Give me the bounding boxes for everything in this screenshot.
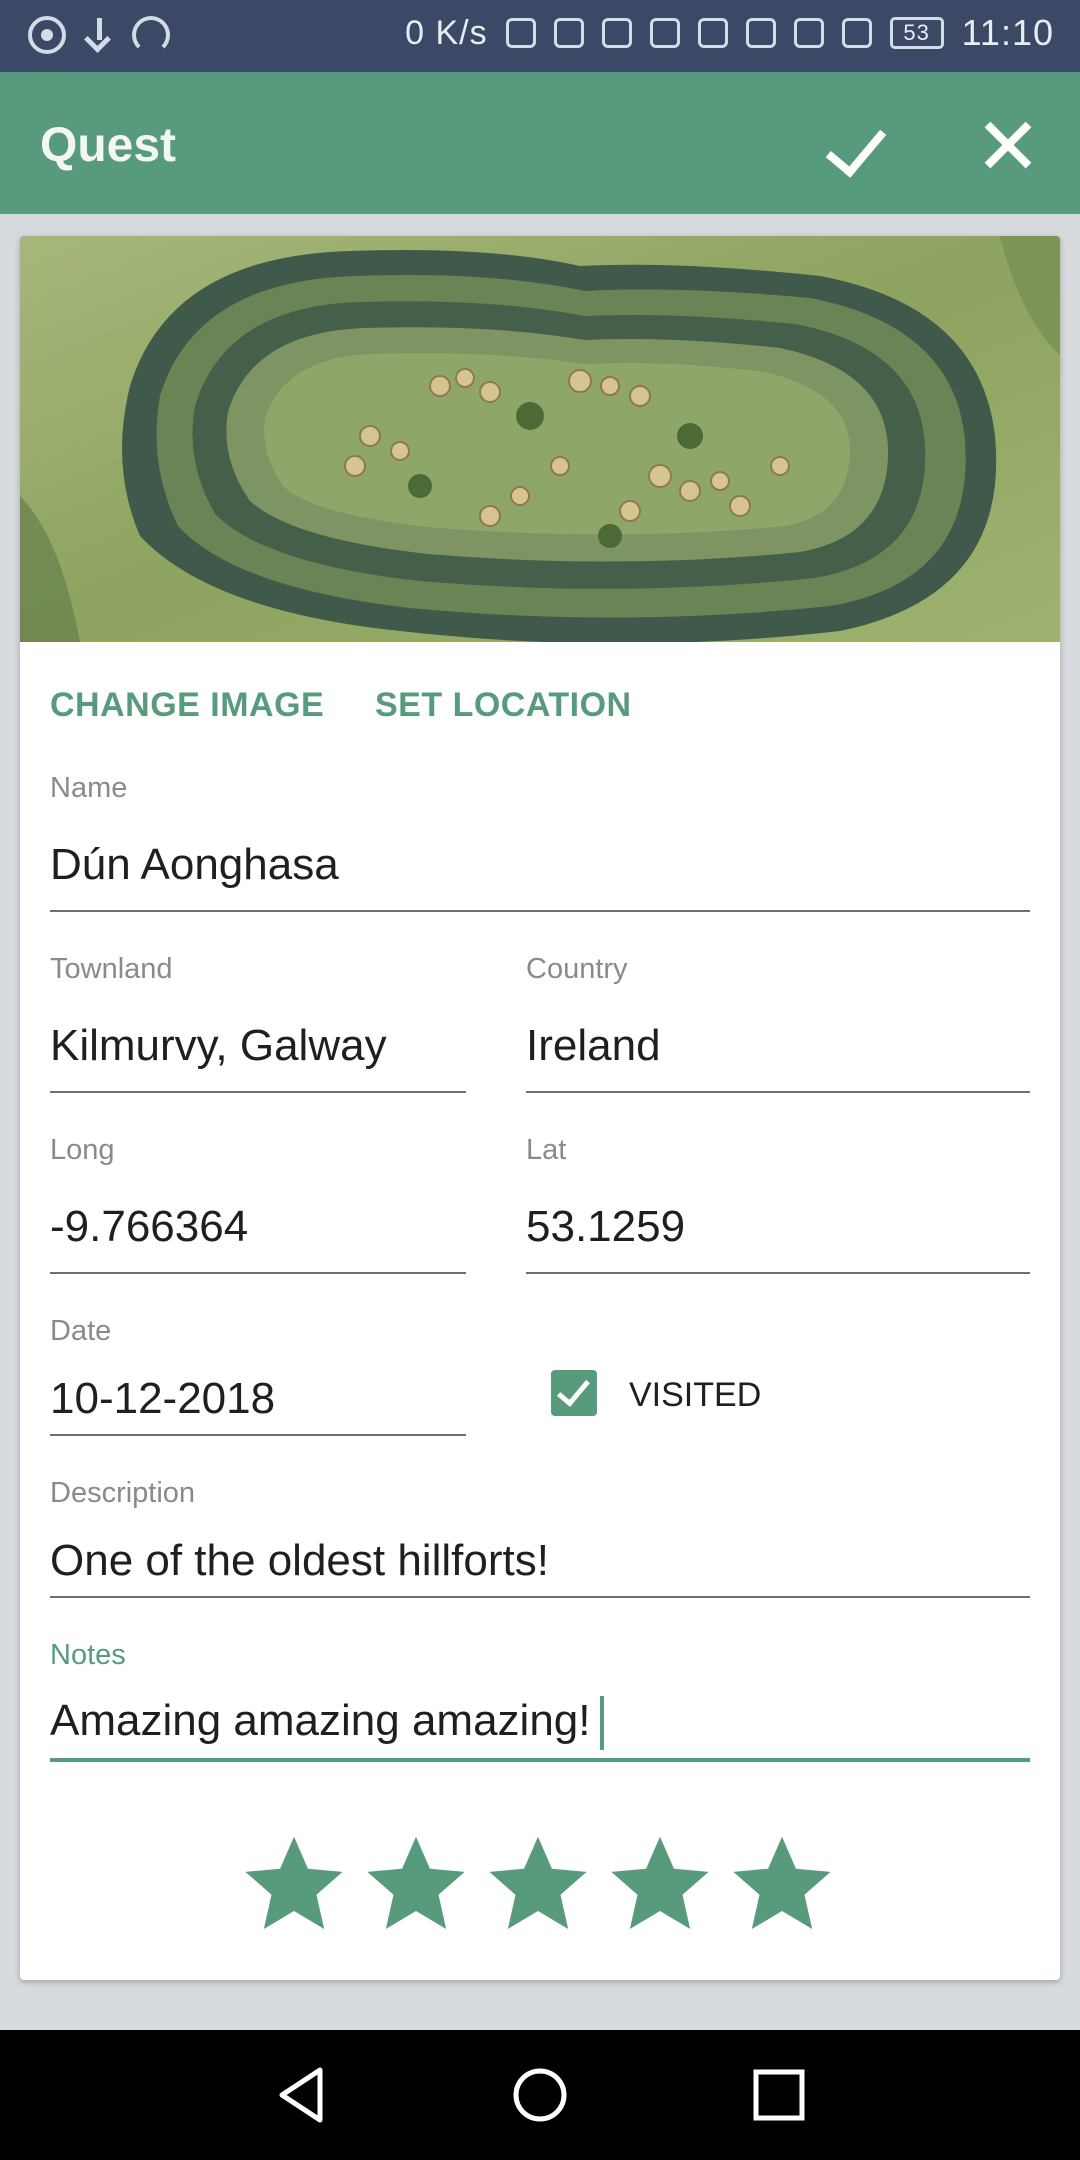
hillfort-aerial-image bbox=[20, 236, 1060, 642]
townland-field[interactable]: Kilmurvy, Galway bbox=[50, 1021, 387, 1071]
change-image-button[interactable]: CHANGE IMAGE bbox=[50, 686, 324, 725]
long-label: Long bbox=[50, 1134, 115, 1166]
set-location-button[interactable]: SET LOCATION bbox=[375, 686, 632, 725]
hotspot-icon bbox=[132, 16, 170, 54]
wifi-icon bbox=[505, 18, 536, 48]
battery-icon: 53 bbox=[889, 17, 944, 49]
long-field[interactable]: -9.766364 bbox=[50, 1202, 248, 1252]
date-label: Date bbox=[50, 1315, 112, 1347]
signal-icon bbox=[841, 18, 872, 48]
name-field[interactable]: Dún Aonghasa bbox=[50, 840, 339, 890]
lat-field[interactable]: 53.1259 bbox=[526, 1202, 685, 1252]
text-cursor bbox=[600, 1696, 605, 1751]
notification-icon bbox=[28, 16, 66, 54]
date-field[interactable]: 10-12-2018 bbox=[50, 1374, 275, 1424]
network-speed: 0 K/s bbox=[405, 13, 488, 52]
townland-underline bbox=[50, 1091, 466, 1093]
star-icon[interactable] bbox=[362, 1830, 470, 1938]
check-icon[interactable] bbox=[822, 106, 902, 186]
name-underline bbox=[50, 910, 1030, 912]
country-underline bbox=[526, 1091, 1030, 1093]
moon-icon bbox=[649, 18, 680, 48]
star-icon[interactable] bbox=[240, 1830, 348, 1938]
status-bar: 0 K/s 53 11:10 bbox=[0, 0, 1080, 72]
nfc-icon bbox=[601, 18, 632, 48]
app-bar: Quest bbox=[0, 72, 1080, 214]
lat-label: Lat bbox=[526, 1134, 567, 1166]
description-field[interactable]: One of the oldest hillforts! bbox=[50, 1536, 549, 1586]
description-underline bbox=[50, 1596, 1030, 1598]
lat-underline bbox=[526, 1272, 1030, 1274]
quest-card: CHANGE IMAGE SET LOCATION Name Dún Aongh… bbox=[20, 236, 1060, 1980]
long-underline bbox=[50, 1272, 466, 1274]
navigation-bar bbox=[0, 2030, 1080, 2160]
notes-field[interactable]: Amazing amazing amazing! bbox=[50, 1696, 590, 1745]
back-icon[interactable] bbox=[268, 2062, 334, 2128]
alarm-icon bbox=[745, 18, 776, 48]
clock: 11:10 bbox=[961, 12, 1054, 53]
country-field[interactable]: Ireland bbox=[526, 1021, 661, 1071]
recents-icon[interactable] bbox=[746, 2062, 812, 2128]
download-icon bbox=[80, 16, 118, 54]
star-icon[interactable] bbox=[484, 1830, 592, 1938]
eye-icon bbox=[793, 18, 824, 48]
name-label: Name bbox=[50, 772, 128, 804]
description-label: Description bbox=[50, 1477, 196, 1509]
star-icon[interactable] bbox=[728, 1830, 836, 1938]
date-underline bbox=[50, 1434, 466, 1436]
visited-label[interactable]: VISITED bbox=[629, 1376, 761, 1415]
rating-bar[interactable] bbox=[240, 1830, 840, 1940]
mute-icon bbox=[697, 18, 728, 48]
headset-icon bbox=[553, 18, 584, 48]
country-label: Country bbox=[526, 953, 628, 985]
townland-label: Townland bbox=[50, 953, 173, 985]
notes-field-wrapper[interactable]: Amazing amazing amazing! bbox=[50, 1696, 605, 1751]
visited-checkbox[interactable] bbox=[551, 1370, 597, 1416]
app-title: Quest bbox=[40, 119, 177, 172]
notes-label: Notes bbox=[50, 1639, 126, 1671]
close-icon[interactable] bbox=[968, 106, 1048, 186]
star-icon[interactable] bbox=[606, 1830, 714, 1938]
notes-underline bbox=[50, 1758, 1030, 1762]
home-icon[interactable] bbox=[507, 2062, 573, 2128]
